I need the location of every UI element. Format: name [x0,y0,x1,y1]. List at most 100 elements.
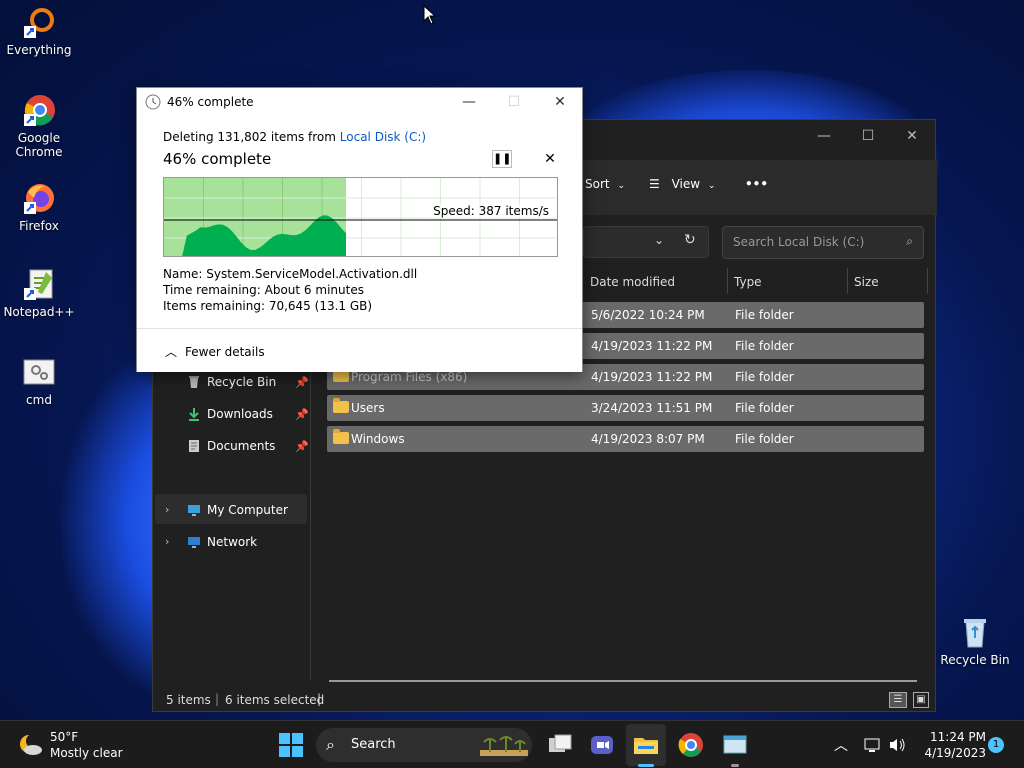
deleting-prefix: Deleting 131,802 items from [163,130,340,144]
chrome-icon [22,94,56,128]
desktop-icon-chrome[interactable]: Google Chrome [0,94,78,159]
clock-time: 11:24 PM [930,730,986,744]
computer-icon [188,505,200,516]
fewer-details-label: Fewer details [185,345,265,359]
desktop: Everything Google Chrome Firefox Notepad… [0,0,1024,720]
weather-widget[interactable]: 50°F Mostly clear [14,729,124,761]
address-bar[interactable]: ⌄ ↻ [583,226,709,258]
running-indicator [731,764,739,767]
desktop-icon-cmd[interactable]: cmd [0,356,78,407]
pin-icon[interactable]: 📌 [295,408,309,421]
details-view-icon[interactable]: ☰ [889,692,907,708]
cancel-button[interactable]: ✕ [541,150,559,168]
column-divider[interactable] [727,268,728,294]
teams-chat-icon[interactable] [588,731,616,759]
row-date: 3/24/2023 11:51 PM [591,401,713,415]
desktop-icon-label: cmd [26,393,52,407]
status-divider: | [317,692,322,706]
taskbar: 50°F Mostly clear ⌕ Search ︿ 11:24 PM 4/… [0,720,1024,768]
status-divider: | [215,692,220,706]
speed-label: Speed: 387 items/s [431,204,551,218]
chevron-down-icon: ⌄ [707,181,716,191]
desktop-icon-firefox[interactable]: Firefox [0,182,78,233]
fewer-details-button[interactable]: ︿ Fewer details [165,343,265,360]
desktop-icon-everything[interactable]: Everything [0,6,78,57]
nav-item-network[interactable]: Network [207,535,257,549]
cmd-app-icon[interactable] [721,731,749,759]
sort-button[interactable]: Sort ⌄ [585,177,625,191]
nav-item-my-computer[interactable]: My Computer [207,503,288,517]
mouse-cursor-icon [423,5,437,25]
minimize-button[interactable]: — [806,126,842,146]
row-name: Users [351,401,385,415]
active-indicator [638,764,654,767]
notification-badge[interactable]: 1 [988,737,1004,753]
download-icon [189,408,199,421]
chrome-icon[interactable] [677,731,705,759]
tiles-view-icon[interactable]: ▣ [913,692,929,708]
search-icon: ⌕ [326,735,335,754]
pause-button[interactable]: ❚❚ [492,150,512,168]
status-bar: 5 items | 6 items selected | ☰ ▣ [153,688,937,712]
deleting-target-link[interactable]: Local Disk (C:) [340,130,426,144]
firefox-icon [22,182,56,216]
recycle-bin-icon [958,616,992,650]
pin-icon[interactable]: 📌 [295,376,309,389]
chevron-right-icon[interactable]: › [165,503,169,516]
view-button[interactable]: ☰ View ⌄ [649,177,715,191]
desktop-icon-recycle-bin[interactable]: Recycle Bin [936,616,1014,667]
network-tray-icon[interactable] [864,737,882,753]
view-label: View [671,177,701,191]
column-type[interactable]: Type [734,275,762,289]
column-divider[interactable] [847,268,848,294]
network-icon [188,537,200,548]
table-row[interactable]: Users 3/24/2023 11:51 PM File folder [327,395,924,421]
refresh-icon[interactable]: ↻ [684,232,696,248]
row-type: File folder [735,401,794,415]
maximize-button[interactable]: ☐ [850,126,886,146]
column-size[interactable]: Size [854,275,879,289]
desktop-icon-notepadpp[interactable]: Notepad++ [0,268,78,319]
row-type: File folder [735,432,794,446]
row-date: 4/19/2023 11:22 PM [591,339,713,353]
taskbar-search-label: Search [351,737,396,752]
nav-item-recycle-bin[interactable]: Recycle Bin [207,375,276,389]
notepadpp-icon [22,268,56,302]
desktop-icon-label: Notepad++ [3,305,75,319]
minimize-button[interactable]: — [454,92,484,112]
delete-progress-dialog: 46% complete — ☐ ✕ Deleting 131,802 item… [136,87,583,372]
weather-desc: Mostly clear [50,746,123,760]
volume-icon[interactable] [888,736,906,754]
desktop-icon-label: Recycle Bin [940,653,1010,667]
nav-item-documents[interactable]: Documents [207,439,275,453]
close-button[interactable]: ✕ [894,126,930,146]
clock-date: 4/19/2023 [924,746,986,760]
close-button[interactable]: ✕ [545,92,575,112]
task-view-icon[interactable] [546,731,574,759]
row-type: File folder [735,370,794,384]
clock[interactable]: 11:24 PM 4/19/2023 [916,729,986,761]
horizontal-scrollbar[interactable] [329,680,917,682]
row-name: Windows [351,432,405,446]
status-item-count: 5 items [166,693,211,707]
folder-icon [333,429,349,444]
tray-overflow-chevron-icon[interactable]: ︿ [834,735,848,755]
start-windows-icon[interactable] [277,731,305,759]
taskbar-search[interactable]: ⌕ Search [316,728,532,762]
clock-icon [145,94,161,110]
more-options-button[interactable]: ••• [745,177,768,191]
search-input[interactable]: Search Local Disk (C:) ⌕ [722,226,924,259]
file-explorer-icon[interactable] [632,731,660,759]
search-placeholder: Search Local Disk (C:) [733,235,865,249]
row-name: Program Files (x86) [351,370,468,384]
pin-icon[interactable]: 📌 [295,440,309,453]
progress-graph: Speed: 387 items/s [163,177,558,257]
desktop-icon-label: Firefox [19,219,59,233]
maximize-button: ☐ [507,94,521,110]
chevron-right-icon[interactable]: › [165,535,169,548]
nav-item-downloads[interactable]: Downloads [207,407,273,421]
row-type: File folder [735,339,794,353]
column-divider[interactable] [927,268,928,294]
column-date-modified[interactable]: Date modified [590,275,675,289]
table-row[interactable]: Windows 4/19/2023 8:07 PM File folder [327,426,924,452]
